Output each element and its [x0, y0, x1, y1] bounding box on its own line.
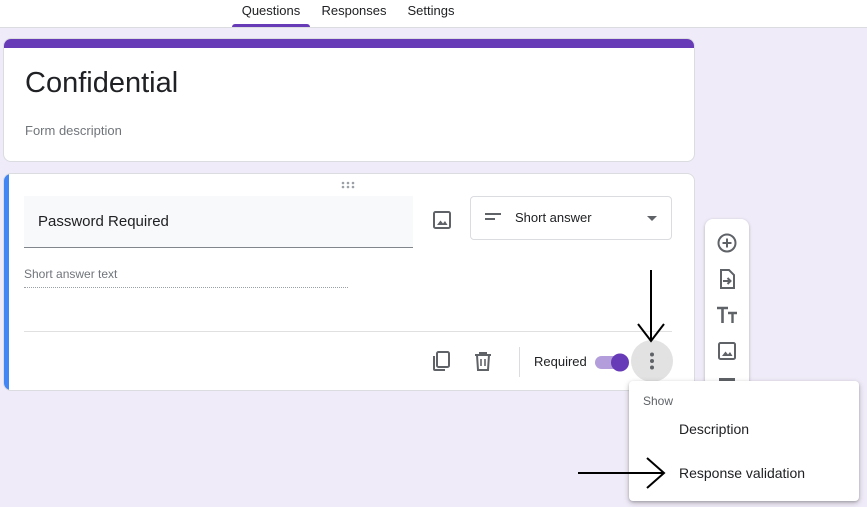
- annotation-arrow-down: [637, 270, 665, 343]
- image-icon[interactable]: [715, 339, 739, 363]
- active-tab-indicator: [232, 24, 310, 27]
- menu-header-show: Show: [643, 394, 674, 408]
- add-circle-icon[interactable]: [715, 231, 739, 255]
- question-title-text: Password Required: [38, 213, 169, 230]
- title-text-icon[interactable]: [715, 303, 739, 327]
- required-toggle[interactable]: [593, 350, 633, 374]
- short-answer-icon: [485, 213, 501, 220]
- menu-item-response-validation[interactable]: Response validation: [679, 465, 805, 481]
- title-card-accent: [4, 39, 694, 48]
- question-card[interactable]: Password Required Short answer Short ans…: [3, 173, 695, 391]
- question-footer-divider: [24, 331, 672, 332]
- duplicate-icon[interactable]: [429, 349, 453, 373]
- more-vert-icon: [650, 352, 654, 370]
- form-title-card: Confidential Form description: [3, 38, 695, 162]
- active-question-indicator: [4, 174, 9, 390]
- image-icon[interactable]: [430, 208, 454, 232]
- import-icon[interactable]: [715, 267, 739, 291]
- form-title[interactable]: Confidential: [25, 67, 178, 100]
- annotation-arrow-right: [578, 457, 666, 489]
- required-label: Required: [534, 354, 587, 369]
- form-description-field[interactable]: Form description: [25, 123, 122, 138]
- question-title-input[interactable]: Password Required: [24, 196, 413, 248]
- tab-responses[interactable]: Responses: [316, 0, 392, 27]
- top-tab-bar: Questions Responses Settings: [0, 0, 867, 28]
- tab-settings[interactable]: Settings: [400, 0, 462, 27]
- floating-toolbar: [705, 219, 749, 394]
- answer-underline: [24, 287, 348, 288]
- short-answer-placeholder: Short answer text: [24, 267, 118, 281]
- chevron-down-icon: [647, 216, 657, 221]
- more-options-button[interactable]: [631, 340, 673, 382]
- trash-icon[interactable]: [471, 349, 495, 373]
- menu-item-description[interactable]: Description: [679, 421, 749, 437]
- footer-separator: [519, 347, 520, 377]
- question-type-label: Short answer: [515, 210, 592, 225]
- drag-handle-icon[interactable]: [341, 181, 355, 189]
- question-type-dropdown[interactable]: Short answer: [470, 196, 672, 240]
- tab-questions[interactable]: Questions: [232, 0, 310, 27]
